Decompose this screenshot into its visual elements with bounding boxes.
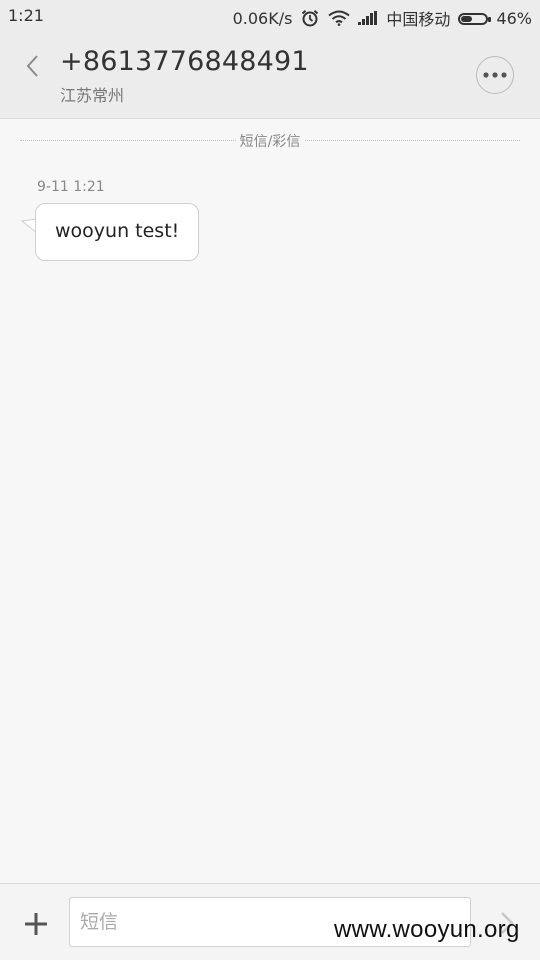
more-options-icon <box>483 72 507 78</box>
send-button[interactable] <box>492 906 522 940</box>
add-attachment-button[interactable] <box>20 908 52 940</box>
network-speed: 0.06K/s <box>232 8 293 28</box>
status-right-group: 0.06K/s 中国移动 46% <box>233 6 532 30</box>
back-button[interactable] <box>16 50 48 82</box>
battery-percent: 46% <box>496 8 532 28</box>
incoming-message-bubble[interactable]: wooyun test! <box>35 203 200 261</box>
message-text: wooyun test! <box>55 220 180 242</box>
divider-label: 短信/彩信 <box>235 131 305 151</box>
status-bar: 1:21 0.06K/s 中国移动 46% <box>0 0 540 32</box>
alarm-icon <box>300 9 320 27</box>
more-options-button[interactable] <box>476 56 514 94</box>
contact-number: +8613776848491 <box>60 46 309 77</box>
sms-conversation-screen: 1:21 0.06K/s 中国移动 46% +8613776848491 江苏常… <box>0 0 540 960</box>
add-icon <box>25 913 47 935</box>
back-arrow-icon <box>26 55 38 77</box>
message-input[interactable] <box>69 897 471 947</box>
message-timestamp: 9-11 1:21 <box>37 179 105 195</box>
wifi-icon <box>328 10 351 26</box>
composer-bar <box>0 883 540 960</box>
battery-icon <box>458 12 492 25</box>
contact-location: 江苏常州 <box>60 86 125 105</box>
message-type-divider: 短信/彩信 <box>20 130 520 151</box>
status-time: 1:21 <box>8 6 44 25</box>
send-arrow-icon <box>501 912 514 934</box>
battery-level <box>461 15 473 22</box>
signal-icon <box>358 11 378 25</box>
conversation-header: +8613776848491 江苏常州 <box>0 32 540 119</box>
carrier-name: 中国移动 <box>386 10 451 29</box>
